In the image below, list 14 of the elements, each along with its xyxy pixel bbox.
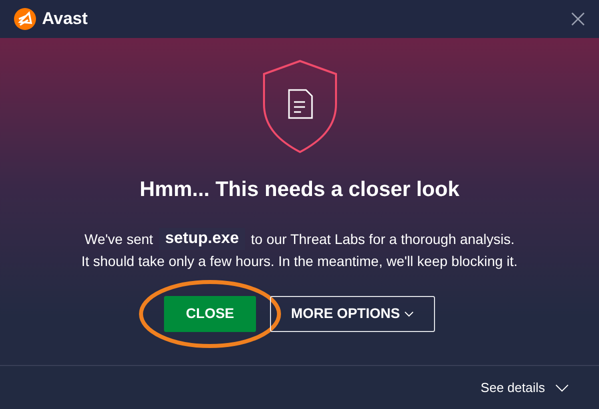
message-text: to our Threat Labs for a thorough analysis.	[250, 230, 514, 249]
message-text: It should take only a few hours. In the meantime, we'll keep blocking it.	[81, 252, 518, 271]
see-details-link[interactable]: See details	[480, 378, 569, 398]
app-title: Avast	[42, 8, 88, 30]
chevron-down-icon	[404, 310, 414, 316]
close-icon[interactable]	[571, 12, 585, 26]
more-options-button[interactable]: MORE OPTIONS	[270, 296, 435, 332]
dialog-heading: Hmm... This needs a closer look	[140, 177, 460, 203]
file-name: setup.exe	[159, 228, 245, 250]
close-button[interactable]: CLOSE	[164, 296, 256, 332]
logo-icon	[14, 8, 36, 30]
shield-document-icon	[260, 58, 338, 154]
chevron-down-icon	[555, 384, 569, 392]
message-text: We've sent	[84, 230, 154, 248]
